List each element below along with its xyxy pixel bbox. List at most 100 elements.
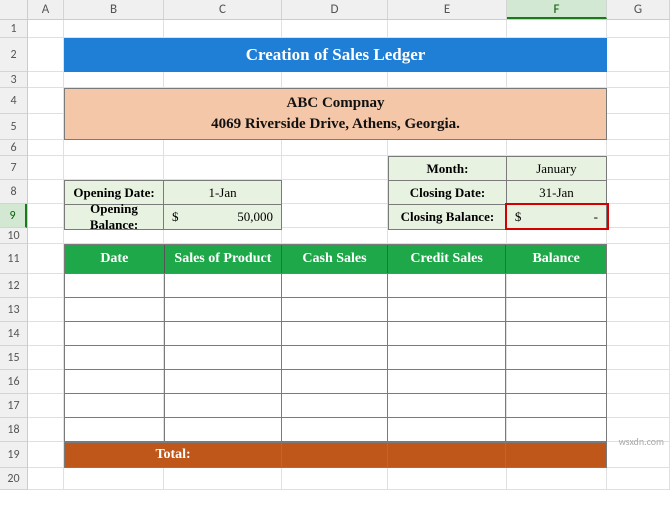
ledger-cell[interactable] [506, 394, 606, 418]
cell[interactable] [282, 20, 388, 38]
ledger-cell[interactable] [282, 418, 388, 442]
cell[interactable] [388, 140, 507, 156]
ledger-cell[interactable] [65, 394, 165, 418]
cell[interactable] [164, 140, 282, 156]
row-header-3[interactable]: 3 [0, 72, 27, 88]
cell[interactable] [388, 72, 507, 88]
cell[interactable] [507, 468, 607, 490]
ledger-cell[interactable] [165, 418, 283, 442]
cell[interactable] [28, 274, 64, 298]
total-balance[interactable] [506, 443, 606, 467]
cell[interactable] [607, 204, 670, 228]
col-header-A[interactable]: A [28, 0, 64, 19]
cell[interactable] [388, 468, 507, 490]
ledger-cell[interactable] [388, 370, 507, 394]
row-header-6[interactable]: 6 [0, 140, 27, 156]
cell[interactable] [607, 468, 670, 490]
cell[interactable] [282, 180, 388, 204]
ledger-cell[interactable] [65, 370, 165, 394]
cell[interactable] [28, 394, 64, 418]
cell[interactable] [28, 298, 64, 322]
ledger-cell[interactable] [282, 322, 388, 346]
col-header-F[interactable]: F [507, 0, 607, 19]
row-header-13[interactable]: 13 [0, 298, 27, 322]
cell[interactable] [607, 38, 670, 72]
row-header-17[interactable]: 17 [0, 394, 27, 418]
ledger-cell[interactable] [65, 322, 165, 346]
row-header-8[interactable]: 8 [0, 180, 27, 204]
cell[interactable] [607, 180, 670, 204]
cell[interactable] [28, 228, 64, 244]
cell[interactable] [607, 20, 670, 38]
col-header-C[interactable]: C [164, 0, 282, 19]
cell[interactable] [607, 156, 670, 180]
ledger-cell[interactable] [65, 346, 165, 370]
ledger-cell[interactable] [282, 298, 388, 322]
ledger-cell[interactable] [165, 298, 283, 322]
row-header-7[interactable]: 7 [0, 156, 27, 180]
ledger-cell[interactable] [506, 274, 606, 298]
cell[interactable] [28, 468, 64, 490]
cell[interactable] [388, 20, 507, 38]
ledger-cell[interactable] [388, 346, 507, 370]
cell[interactable] [28, 442, 64, 468]
cell[interactable] [507, 72, 607, 88]
total-cash-sales[interactable] [282, 443, 388, 467]
cell[interactable] [28, 156, 64, 180]
total-credit-sales[interactable] [388, 443, 507, 467]
cell[interactable] [607, 140, 670, 156]
cell[interactable] [607, 88, 670, 114]
cell[interactable] [64, 140, 164, 156]
ledger-cell[interactable] [282, 274, 388, 298]
row-header-18[interactable]: 18 [0, 418, 27, 442]
ledger-cell[interactable] [388, 298, 507, 322]
ledger-cell[interactable] [388, 394, 507, 418]
row-header-10[interactable]: 10 [0, 228, 27, 244]
ledger-cell[interactable] [506, 346, 606, 370]
cell[interactable] [607, 274, 670, 298]
cell[interactable] [28, 204, 64, 228]
closing-balance-value[interactable]: $ - [507, 205, 606, 229]
opening-date-value[interactable]: 1-Jan [164, 181, 281, 204]
cell[interactable] [282, 140, 388, 156]
row-header-11[interactable]: 11 [0, 244, 27, 274]
opening-balance-value[interactable]: $ 50,000 [164, 205, 281, 229]
ledger-cell[interactable] [506, 370, 606, 394]
col-header-B[interactable]: B [64, 0, 164, 19]
ledger-cell[interactable] [388, 274, 507, 298]
month-value[interactable]: January [507, 157, 606, 180]
cell[interactable] [507, 140, 607, 156]
ledger-cell[interactable] [165, 322, 283, 346]
cell[interactable] [607, 370, 670, 394]
cell[interactable] [388, 228, 507, 244]
cell[interactable] [282, 72, 388, 88]
cell[interactable] [28, 38, 64, 72]
ledger-cell[interactable] [282, 346, 388, 370]
cell[interactable] [282, 228, 388, 244]
cell[interactable] [64, 468, 164, 490]
cell[interactable] [282, 204, 388, 228]
cell[interactable] [28, 418, 64, 442]
row-header-15[interactable]: 15 [0, 346, 27, 370]
cell[interactable] [164, 72, 282, 88]
cell[interactable] [28, 180, 64, 204]
cell[interactable] [607, 322, 670, 346]
row-header-4[interactable]: 4 [0, 88, 27, 114]
cell[interactable] [28, 346, 64, 370]
cell[interactable] [507, 20, 607, 38]
cell[interactable] [607, 298, 670, 322]
cell[interactable] [64, 156, 164, 180]
cell[interactable] [607, 228, 670, 244]
cell[interactable] [507, 228, 607, 244]
ledger-cell[interactable] [506, 418, 606, 442]
row-header-14[interactable]: 14 [0, 322, 27, 346]
row-header-1[interactable]: 1 [0, 20, 27, 38]
cell[interactable] [64, 20, 164, 38]
cell[interactable] [164, 20, 282, 38]
cell[interactable] [28, 72, 64, 88]
ledger-cell[interactable] [282, 370, 388, 394]
cell[interactable] [607, 394, 670, 418]
ledger-cell[interactable] [165, 394, 283, 418]
row-header-2[interactable]: 2 [0, 38, 27, 72]
ledger-cell[interactable] [65, 418, 165, 442]
